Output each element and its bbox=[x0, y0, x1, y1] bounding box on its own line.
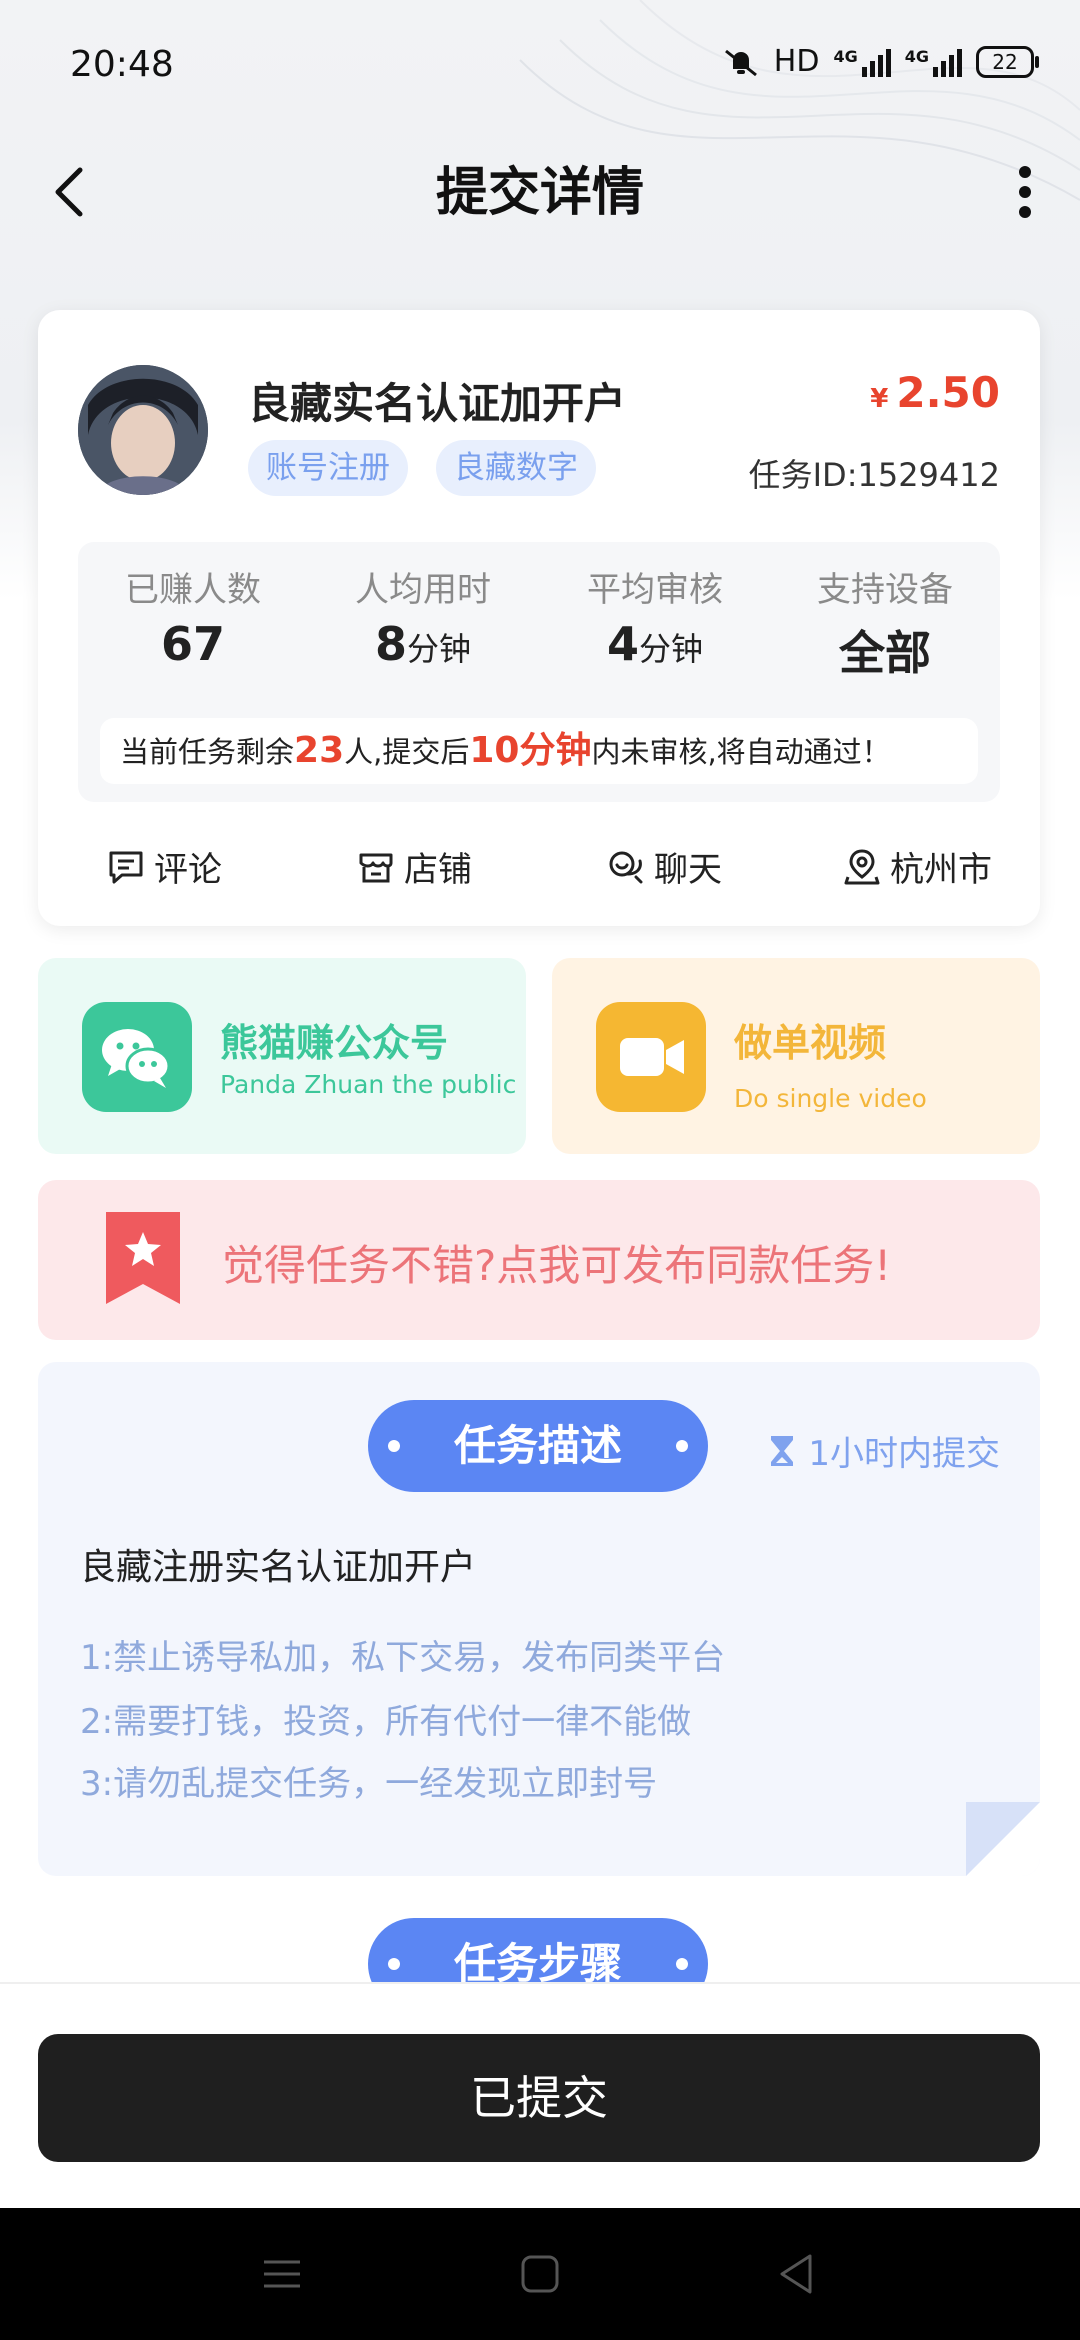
more-vertical-icon bbox=[1019, 166, 1031, 218]
status-icons: HD 4G 4G 22 bbox=[722, 44, 1039, 79]
page-fold-decoration bbox=[966, 1802, 1040, 1876]
task-description-panel: 任务描述 1小时内提交 良藏注册实名认证加开户 1:禁止诱导私加，私下交易，发布… bbox=[38, 1362, 1040, 1876]
status-time: 20:48 bbox=[70, 44, 174, 85]
avatar-image bbox=[78, 365, 208, 495]
stat-avg-review: 平均审核 4分钟 bbox=[587, 570, 723, 671]
chat-icon bbox=[609, 851, 643, 883]
store-icon bbox=[359, 853, 393, 882]
tag-liangcang-digital: 良藏数字 bbox=[436, 440, 596, 496]
tag-account-register: 账号注册 bbox=[248, 440, 408, 496]
home-icon[interactable] bbox=[520, 2254, 560, 2294]
nav-bar: 提交详情 bbox=[0, 140, 1080, 240]
signal-1-icon: 4G bbox=[833, 47, 891, 77]
location-button[interactable]: 杭州市 bbox=[842, 842, 992, 891]
bottom-action-bar: 已提交 bbox=[0, 1982, 1080, 2210]
comment-icon bbox=[109, 851, 143, 883]
status-bar: 20:48 HD 4G 4G 22 bbox=[0, 0, 1080, 130]
stat-devices: 支持设备 全部 bbox=[817, 570, 953, 680]
back-triangle-icon[interactable] bbox=[776, 2252, 816, 2296]
task-notice: 当前任务剩余23人,提交后10分钟内未审核,将自动通过！ bbox=[100, 718, 978, 784]
chat-button[interactable]: 聊天 bbox=[606, 842, 722, 891]
rule-item: 2:需要打钱，投资，所有代付一律不能做 bbox=[80, 1702, 692, 1742]
promo-wechat-subtitle: Panda Zhuan the public bbox=[220, 1070, 517, 1099]
menu-icon[interactable] bbox=[262, 2256, 302, 2292]
task-title: 良藏实名认证加开户 bbox=[248, 379, 627, 428]
stat-avg-time: 人均用时 8分钟 bbox=[355, 570, 491, 671]
task-stats: 已赚人数 67 人均用时 8分钟 平均审核 4分钟 支持设备 全部 当前任务剩余… bbox=[78, 542, 1000, 802]
hourglass-icon bbox=[771, 1435, 794, 1466]
more-button[interactable] bbox=[1000, 154, 1050, 224]
bookmark-star-icon bbox=[106, 1212, 180, 1304]
comment-button[interactable]: 评论 bbox=[106, 842, 222, 891]
task-card: 良藏实名认证加开户 账号注册 良藏数字 ¥2.50 任务ID:1529412 已… bbox=[38, 310, 1040, 926]
rule-item: 1:禁止诱导私加，私下交易，发布同类平台 bbox=[80, 1638, 726, 1678]
task-avatar[interactable] bbox=[78, 365, 208, 495]
task-id: 任务ID:1529412 bbox=[748, 456, 1000, 494]
rule-item: 3:请勿乱提交任务，一经发现立即封号 bbox=[80, 1764, 658, 1804]
system-nav-bar bbox=[0, 2208, 1080, 2340]
submitted-button[interactable]: 已提交 bbox=[38, 2034, 1040, 2162]
promo-video[interactable]: 做单视频 Do single video bbox=[552, 958, 1040, 1154]
task-price: ¥2.50 bbox=[870, 368, 1000, 417]
store-button[interactable]: 店铺 bbox=[356, 842, 472, 891]
video-camera-icon bbox=[596, 1002, 706, 1112]
publish-same-task-banner[interactable]: 觉得任务不错?点我可发布同款任务! bbox=[38, 1180, 1040, 1340]
stat-earned-count: 已赚人数 67 bbox=[125, 570, 261, 671]
battery-icon: 22 bbox=[976, 45, 1039, 78]
page-title: 提交详情 bbox=[435, 163, 644, 223]
publish-text: 觉得任务不错?点我可发布同款任务! bbox=[222, 1241, 892, 1290]
promo-video-title: 做单视频 bbox=[734, 1021, 887, 1065]
mute-icon bbox=[724, 49, 757, 76]
task-actions: 评论 店铺 聊天 杭州市 bbox=[38, 830, 1040, 910]
description-heading: 良藏注册实名认证加开户 bbox=[80, 1547, 477, 1588]
signal-2-icon: 4G bbox=[905, 47, 962, 77]
task-description-pill: 任务描述 bbox=[368, 1400, 708, 1492]
promo-wechat-title: 熊猫赚公众号 bbox=[220, 1021, 449, 1065]
location-icon bbox=[844, 848, 880, 884]
promo-wechat-official[interactable]: 熊猫赚公众号 Panda Zhuan the public bbox=[38, 958, 526, 1154]
promo-video-subtitle: Do single video bbox=[734, 1084, 927, 1113]
deadline-label: 1小时内提交 bbox=[766, 1426, 1000, 1475]
wechat-icon bbox=[82, 1002, 192, 1112]
hd-label: HD bbox=[773, 44, 820, 79]
